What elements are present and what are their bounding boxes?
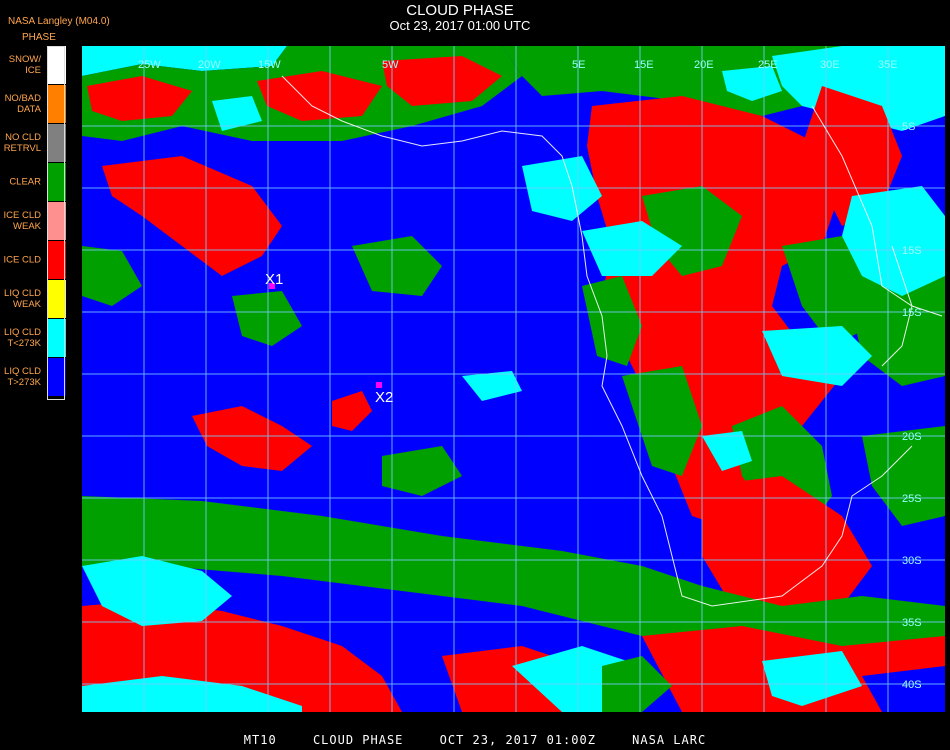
footer-bar: MT10 CLOUD PHASE OCT 23, 2017 01:00Z NAS… [0, 730, 950, 750]
lat-label: 30S [902, 555, 922, 567]
legend-label: ICE CLD [3, 254, 41, 266]
legend-title: PHASE [22, 32, 56, 43]
footer-datetime: OCT 23, 2017 01:00Z [439, 733, 596, 747]
marker-x1-label: X1 [265, 271, 283, 288]
page-subtitle: Oct 23, 2017 01:00 UTC [389, 18, 531, 33]
legend-swatch [47, 202, 66, 240]
legend-item-liquid-cloud-warm: LIQ CLD T>273K [0, 358, 66, 396]
lat-label: 5S [902, 121, 915, 133]
legend-item-ice-cloud-weak: ICE CLD WEAK [0, 202, 66, 240]
legend-swatch [47, 46, 66, 84]
legend-swatch [47, 163, 66, 201]
marker-x2-label: X2 [375, 389, 393, 406]
legend-swatch [47, 358, 66, 396]
lat-label: 25S [902, 493, 922, 505]
legend-swatch [47, 319, 66, 357]
lat-label: 35S [902, 617, 922, 629]
lat-label: 20S [902, 431, 922, 443]
legend-swatch [47, 280, 66, 318]
marker-x2 [376, 382, 382, 388]
legend-item-ice-cloud: ICE CLD [0, 241, 66, 279]
lon-label: 20E [694, 59, 714, 71]
legend-label: NO/BAD DATA [4, 93, 41, 115]
legend-item-snow-ice: SNOW/ ICE [0, 46, 66, 84]
legend-item-liquid-cloud-cold: LIQ CLD T<273K [0, 319, 66, 357]
legend-swatch [47, 241, 66, 279]
legend-item-no-bad-data: NO/BAD DATA [0, 85, 66, 123]
lon-label: 15W [258, 59, 281, 71]
producer-label: NASA Langley (M04.0) [8, 16, 110, 27]
legend-swatch [47, 85, 66, 123]
legend-item-no-cloud-retrieval: NO CLD RETRVL [0, 124, 66, 162]
lat-label: 40S [902, 679, 922, 691]
lon-label: 25W [138, 59, 161, 71]
legend-label: CLEAR [9, 176, 41, 188]
legend-label: SNOW/ ICE [8, 54, 41, 76]
lon-label: 25E [758, 59, 778, 71]
page-title: CLOUD PHASE [406, 2, 514, 19]
lon-label: 30E [820, 59, 840, 71]
lon-label: 5W [382, 59, 399, 71]
footer-product: CLOUD PHASE [312, 733, 404, 747]
lon-label: 35E [878, 59, 898, 71]
legend-label: LIQ CLD T<273K [4, 327, 41, 349]
legend-label: NO CLD RETRVL [3, 132, 41, 154]
legend-swatch [47, 124, 66, 162]
lon-label: 20W [198, 59, 221, 71]
footer-source: NASA LARC [632, 733, 707, 747]
lat-label: 15S [902, 245, 922, 257]
lon-label: 15E [634, 59, 654, 71]
legend-item-liquid-cloud-weak: LIQ CLD WEAK [0, 280, 66, 318]
cloud-phase-map: 5S 15S 15S 20S 25S 30S 35S 40S 25W 20W 1… [82, 46, 945, 712]
lat-label: 15S [902, 307, 922, 319]
legend-label: ICE CLD WEAK [3, 210, 41, 232]
legend-item-clear: CLEAR [0, 163, 66, 201]
footer-satellite: MT10 [243, 733, 277, 747]
legend-label: LIQ CLD WEAK [4, 288, 41, 310]
lon-label: 5E [572, 59, 585, 71]
legend-label: LIQ CLD T>273K [4, 366, 41, 388]
